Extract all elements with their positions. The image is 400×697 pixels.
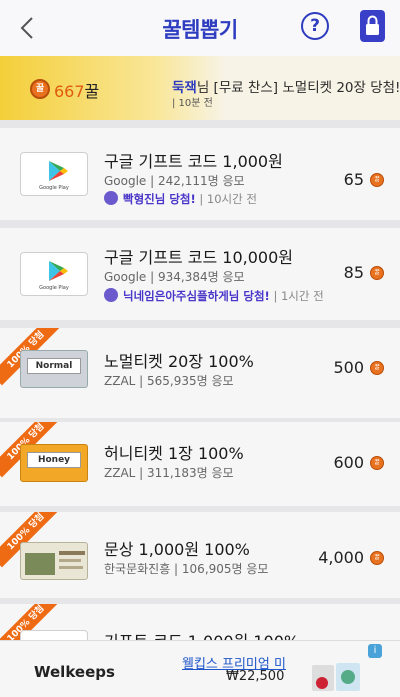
coin-icon: 꿀	[370, 456, 384, 470]
lock-icon[interactable]	[360, 10, 385, 42]
list-item[interactable]: Google Play 구글 기프트 코드 1,000원 Google | 24…	[0, 128, 400, 220]
item-name: 문상 1,000원 100%	[104, 540, 250, 559]
list-item[interactable]: 100% 당첨 Normal 노멀티켓 20장 100% ZZAL | 565,…	[0, 328, 400, 418]
list-item[interactable]: 100% 당첨 기프트 코드 1,000원 100%	[0, 604, 400, 644]
coin-icon: 꿀	[370, 173, 384, 187]
item-price: 500	[333, 358, 364, 377]
item-name: 허니티켓 1장 100%	[104, 444, 244, 463]
winner-avatar-icon	[104, 191, 118, 205]
ad-price: ₩22,500	[226, 669, 285, 684]
ad-brand-logo: Welkeeps	[34, 663, 115, 681]
item-meta: Google | 934,384명 응모	[104, 270, 245, 284]
item-meta: ZZAL | 565,935명 응모	[104, 374, 234, 388]
list-item[interactable]: Google Play 구글 기프트 코드 10,000원 Google | 9…	[0, 228, 400, 320]
coin-icon: 꿀	[370, 266, 384, 280]
item-name: 노멀티켓 20장 100%	[104, 352, 254, 371]
item-price: 85	[343, 263, 364, 282]
google-play-thumbnail: Google Play	[20, 252, 88, 296]
page-title: 꿀템뽑기	[162, 18, 238, 42]
help-icon[interactable]: ?	[301, 12, 329, 40]
item-meta: Google | 242,111명 응모	[104, 174, 245, 188]
list-item[interactable]: 100% 당첨 Honey 허니티켓 1장 100% ZZAL | 311,18…	[0, 422, 400, 506]
honey-ticket-thumbnail: Honey	[20, 444, 88, 482]
winner-notice-time: | 10분 전	[172, 98, 213, 109]
winner-notice: 둑잭님 [무료 찬스] 노멀티켓 20장 당첨!	[172, 80, 400, 96]
item-winner: 빡형진님 당첨! | 10시간 전	[104, 191, 257, 207]
item-price: 65	[343, 170, 364, 189]
item-name: 구글 기프트 코드 10,000원	[104, 248, 294, 267]
winner-avatar-icon	[104, 288, 118, 302]
item-name: 구글 기프트 코드 1,000원	[104, 152, 283, 171]
culture-gift-card-thumbnail	[20, 542, 88, 580]
item-price: 4,000	[318, 548, 364, 567]
item-meta: 한국문화진흥 | 106,905명 응모	[104, 562, 269, 576]
top-bar: 꿀템뽑기 ?	[0, 0, 400, 56]
item-price: 600	[333, 453, 364, 472]
coin-icon: 꿀	[370, 551, 384, 565]
coin-icon: 꿀	[370, 361, 384, 375]
item-winner: 닉네임은아주심플하게님 당첨! | 1시간 전	[104, 288, 324, 304]
coin-balance: 667꿀	[54, 82, 100, 101]
ad-info-icon[interactable]: i	[368, 644, 382, 658]
google-play-thumbnail: Google Play	[20, 152, 88, 196]
ad-product-image	[312, 663, 360, 691]
list-item[interactable]: 100% 당첨 문상 1,000원 100% 한국문화진흥 | 106,905명…	[0, 512, 400, 598]
ad-banner[interactable]: Welkeeps 웰킵스 프리미엄 미 ₩22,500 i	[0, 640, 400, 697]
item-meta: ZZAL | 311,183명 응모	[104, 466, 234, 480]
coin-icon: 꿀	[30, 79, 50, 99]
normal-ticket-thumbnail: Normal	[20, 350, 88, 388]
